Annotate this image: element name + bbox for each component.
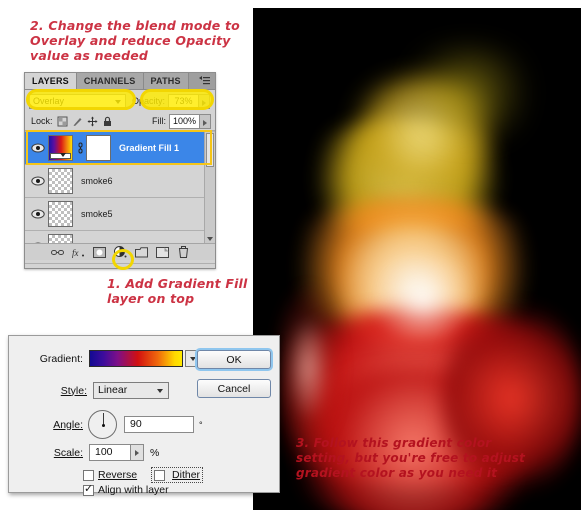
table-row[interactable]: Gradient Fill 1: [25, 132, 215, 165]
chevron-down-icon[interactable]: [207, 237, 213, 241]
new-group-icon[interactable]: [134, 246, 148, 259]
blend-mode-select[interactable]: Overlay: [29, 93, 126, 109]
blend-mode-value: Overlay: [33, 95, 65, 106]
gradient-preview-swatch[interactable]: [88, 350, 183, 367]
fill-group[interactable]: Fill: 100%: [146, 113, 211, 129]
scale-stepper[interactable]: [131, 444, 144, 461]
annotation-step-2: 2. Change the blend mode to Overlay and …: [30, 18, 240, 63]
layers-panel[interactable]: LAYERS CHANNELS PATHS Overlay Opacity: 7…: [24, 72, 216, 269]
lock-transparency-icon[interactable]: [57, 116, 68, 127]
new-layer-icon[interactable]: [155, 246, 169, 259]
dither-checkbox[interactable]: [154, 469, 166, 481]
annotation-step-3: 3. Follow this gradient color setting, b…: [296, 436, 526, 480]
mask-link-icon[interactable]: [77, 139, 84, 157]
align-with-layer-label[interactable]: Align with layer: [98, 484, 169, 496]
opacity-label: Opacity:: [132, 96, 166, 106]
layer-mask-thumbnail[interactable]: [86, 135, 111, 161]
scrollbar-thumb[interactable]: [206, 133, 214, 167]
svg-text:fx: fx: [72, 248, 79, 258]
angle-label: Angle:: [53, 418, 83, 431]
layer-visibility-toggle[interactable]: [27, 176, 48, 186]
fill-stepper[interactable]: [200, 113, 211, 129]
blend-mode-row[interactable]: Overlay Opacity: 73%: [25, 90, 215, 112]
chevron-down-icon[interactable]: [157, 389, 163, 393]
angle-dial[interactable]: [88, 410, 117, 439]
table-row[interactable]: smoke6: [25, 165, 215, 198]
layer-thumbnail[interactable]: [48, 201, 73, 227]
scale-unit: %: [150, 446, 160, 459]
cancel-button[interactable]: Cancel: [197, 379, 271, 398]
table-row[interactable]: smoke5: [25, 198, 215, 231]
layer-styles-fx-icon[interactable]: fx: [72, 246, 85, 259]
style-select[interactable]: Linear: [93, 382, 169, 399]
dither-label[interactable]: Dither: [172, 469, 200, 481]
layers-panel-footer[interactable]: fx: [25, 243, 215, 260]
tab-paths[interactable]: PATHS: [143, 73, 189, 89]
colored-smoke-preview: [253, 8, 581, 510]
layer-visibility-toggle[interactable]: [27, 143, 48, 153]
add-layer-mask-icon[interactable]: [92, 246, 106, 259]
lock-all-icon[interactable]: [102, 116, 113, 127]
fill-input[interactable]: 100%: [169, 113, 200, 129]
panel-menu-icon[interactable]: [198, 76, 211, 86]
layer-thumbnail-gradient[interactable]: [48, 135, 73, 161]
scale-input[interactable]: 100: [89, 444, 131, 461]
gradient-fill-dialog[interactable]: Gradient: Style: Linear Angle: 90 ° Scal…: [8, 335, 280, 496]
reverse-checkbox[interactable]: [83, 469, 94, 481]
angle-unit: °: [199, 419, 203, 430]
lock-image-icon[interactable]: [72, 116, 83, 127]
layer-thumbnail[interactable]: [48, 168, 73, 194]
annotation-step-1: 1. Add Gradient Fill layer on top: [107, 276, 248, 306]
lock-position-icon[interactable]: [87, 116, 98, 127]
layer-name[interactable]: smoke6: [81, 176, 113, 186]
style-value: Linear: [98, 384, 128, 396]
tab-channels[interactable]: CHANNELS: [76, 73, 144, 89]
tutorial-screenshot: 2. Change the blend mode to Overlay and …: [0, 0, 588, 520]
lock-row[interactable]: Lock: Fill: 100%: [25, 112, 215, 131]
lock-label: Lock:: [31, 116, 53, 126]
panel-tab-bar[interactable]: LAYERS CHANNELS PATHS: [25, 73, 215, 90]
angle-input[interactable]: 90: [124, 416, 194, 433]
opacity-stepper[interactable]: [199, 93, 211, 109]
gradient-picker-chevron-down-icon[interactable]: [184, 350, 198, 367]
fill-label: Fill:: [152, 116, 166, 126]
new-adjustment-layer-icon[interactable]: [113, 246, 127, 259]
style-label: Style:: [60, 384, 87, 397]
align-with-layer-checkbox[interactable]: [83, 483, 94, 496]
layer-visibility-toggle[interactable]: [27, 209, 48, 219]
tab-layers[interactable]: LAYERS: [25, 73, 77, 89]
reverse-label[interactable]: Reverse: [98, 469, 137, 481]
dither-group[interactable]: Dither: [151, 467, 204, 483]
opacity-input[interactable]: 73%: [168, 93, 200, 109]
layer-list-scrollbar[interactable]: [204, 132, 215, 244]
ok-button[interactable]: OK: [197, 350, 271, 369]
scale-label: Scale:: [53, 446, 83, 459]
layer-name[interactable]: Gradient Fill 1: [119, 143, 179, 153]
layer-list[interactable]: Gradient Fill 1 smoke6 smoke5: [25, 131, 215, 264]
delete-layer-icon[interactable]: [177, 246, 190, 259]
chevron-down-icon[interactable]: [115, 99, 121, 104]
layer-name[interactable]: smoke5: [81, 209, 113, 219]
gradient-label: Gradient:: [39, 352, 83, 365]
link-layers-icon[interactable]: [50, 246, 64, 259]
